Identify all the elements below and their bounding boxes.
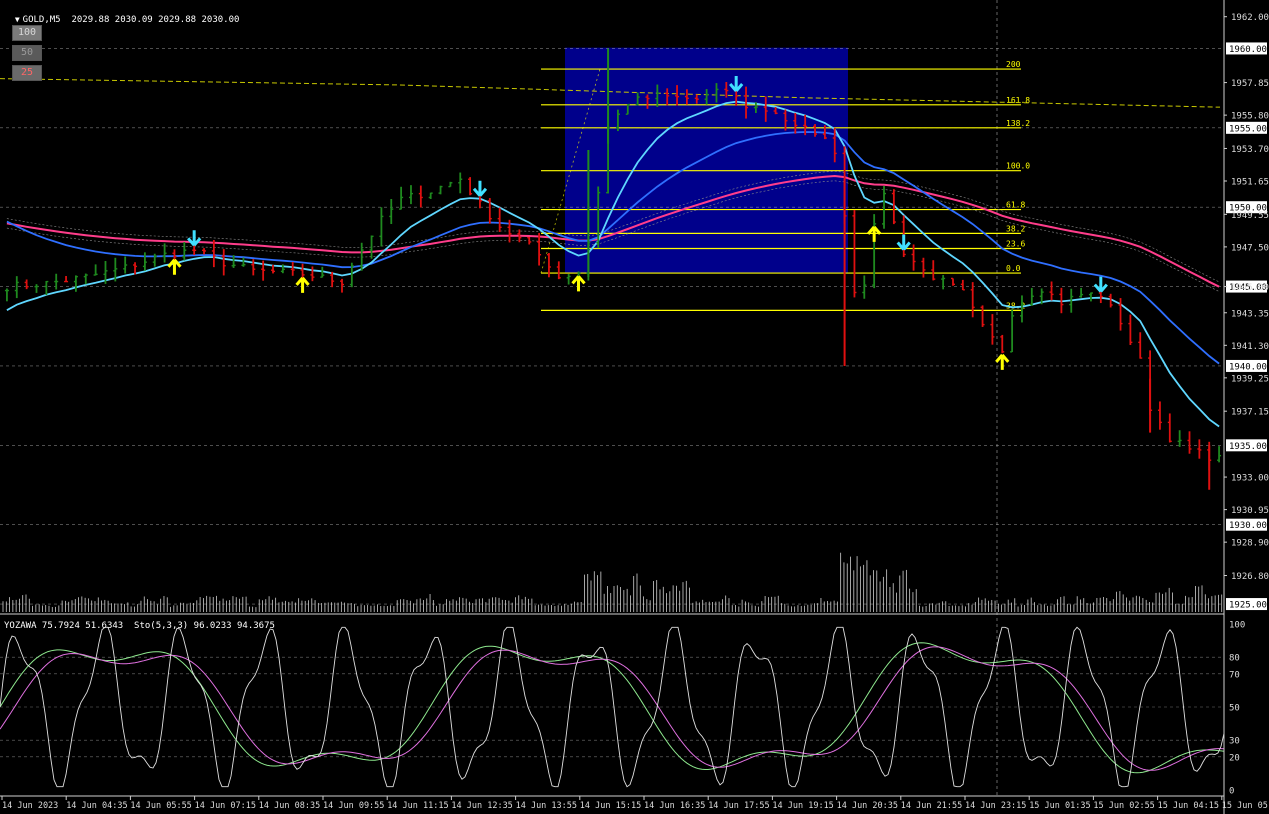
- time-label: 14 Jun 2023: [2, 801, 58, 811]
- price-label: 1930.95: [1231, 506, 1269, 516]
- time-label: 14 Jun 20:35: [837, 801, 898, 811]
- indicator-axis-label: 50: [1229, 704, 1240, 714]
- price-boxed-label: 1955.00: [1229, 124, 1267, 134]
- indicator-axis-label: 20: [1229, 753, 1240, 763]
- fib-level-label: 23.6: [1006, 239, 1025, 248]
- time-label: 14 Jun 11:15: [387, 801, 448, 811]
- time-label: 15 Jun 05:35: [1222, 801, 1269, 811]
- price-label: 1941.30: [1231, 342, 1269, 352]
- price-label: 1957.85: [1231, 79, 1269, 89]
- fib-level-label: 138.2: [1006, 119, 1030, 128]
- time-label: 14 Jun 21:55: [901, 801, 962, 811]
- indicator-axis-label: 80: [1229, 654, 1240, 664]
- price-label: 1953.70: [1231, 145, 1269, 155]
- price-label: 1947.50: [1231, 243, 1269, 253]
- time-label: 14 Jun 05:55: [130, 801, 191, 811]
- price-label: 1955.80: [1231, 112, 1269, 122]
- price-label: 1926.80: [1231, 572, 1269, 582]
- price-label: 1933.00: [1231, 474, 1269, 484]
- time-label: 14 Jun 19:15: [772, 801, 833, 811]
- price-label: 1928.90: [1231, 539, 1269, 549]
- zoom-button-50[interactable]: 50: [12, 45, 42, 61]
- chart-header: ▼ GOLD,M5 2029.88 2030.09 2029.88 2030.00: [4, 5, 240, 25]
- price-boxed-label: 1930.00: [1229, 521, 1267, 531]
- indicator-axis-label: 70: [1229, 670, 1240, 680]
- price-label: 1945.00: [1231, 283, 1269, 293]
- zoom-button-25[interactable]: 25: [12, 65, 42, 81]
- price-label: 1949.55: [1231, 211, 1269, 221]
- price-boxed-label: 1940.00: [1229, 362, 1267, 372]
- symbol-info: GOLD,M5 2029.88 2030.09 2029.88 2030.00: [22, 15, 240, 25]
- fib-level-label: 161.8: [1006, 96, 1030, 105]
- indicator-axis-label: 30: [1229, 737, 1240, 747]
- time-label: 15 Jun 01:35: [1029, 801, 1090, 811]
- indicator-axis-label: 100: [1229, 621, 1245, 631]
- triangle-down-icon[interactable]: ▼: [15, 15, 20, 24]
- time-label: 14 Jun 09:55: [323, 801, 384, 811]
- price-boxed-label: 1960.00: [1229, 45, 1267, 55]
- price-label: 1937.15: [1231, 408, 1269, 418]
- indicator-header: YOZAWA 75.7924 51.6343 Sto(5,3,3) 96.023…: [4, 621, 275, 631]
- time-label: 14 Jun 16:35: [644, 801, 705, 811]
- time-label: 14 Jun 07:15: [195, 801, 256, 811]
- time-label: 15 Jun 04:15: [1158, 801, 1219, 811]
- price-boxed-label: 1925.00: [1229, 601, 1267, 611]
- price-label: 1939.25: [1231, 374, 1269, 384]
- fib-level-label: 0.0: [1006, 264, 1021, 273]
- time-label: 14 Jun 15:15: [580, 801, 641, 811]
- time-label: 14 Jun 23:15: [965, 801, 1026, 811]
- price-boxed-label: 1935.00: [1229, 442, 1267, 452]
- fib-level-label: 61.8: [1006, 201, 1025, 210]
- price-label: 1962.00: [1231, 13, 1269, 23]
- time-label: 14 Jun 13:55: [516, 801, 577, 811]
- zoom-button-100[interactable]: 100: [12, 25, 42, 41]
- price-chart[interactable]: 200161.8138.2100.061.838.223.60.038.2 10…: [0, 0, 1269, 814]
- fib-level-label: 100.0: [1006, 162, 1030, 171]
- time-label: 14 Jun 08:35: [259, 801, 320, 811]
- time-label: 14 Jun 17:55: [708, 801, 769, 811]
- time-label: 15 Jun 02:55: [1093, 801, 1154, 811]
- fib-level-label: 200: [1006, 60, 1021, 69]
- time-label: 14 Jun 12:35: [451, 801, 512, 811]
- price-label: 1943.35: [1231, 309, 1269, 319]
- indicator-axis-label: 0: [1229, 787, 1234, 797]
- time-label: 14 Jun 04:35: [66, 801, 127, 811]
- price-label: 1951.65: [1231, 178, 1269, 188]
